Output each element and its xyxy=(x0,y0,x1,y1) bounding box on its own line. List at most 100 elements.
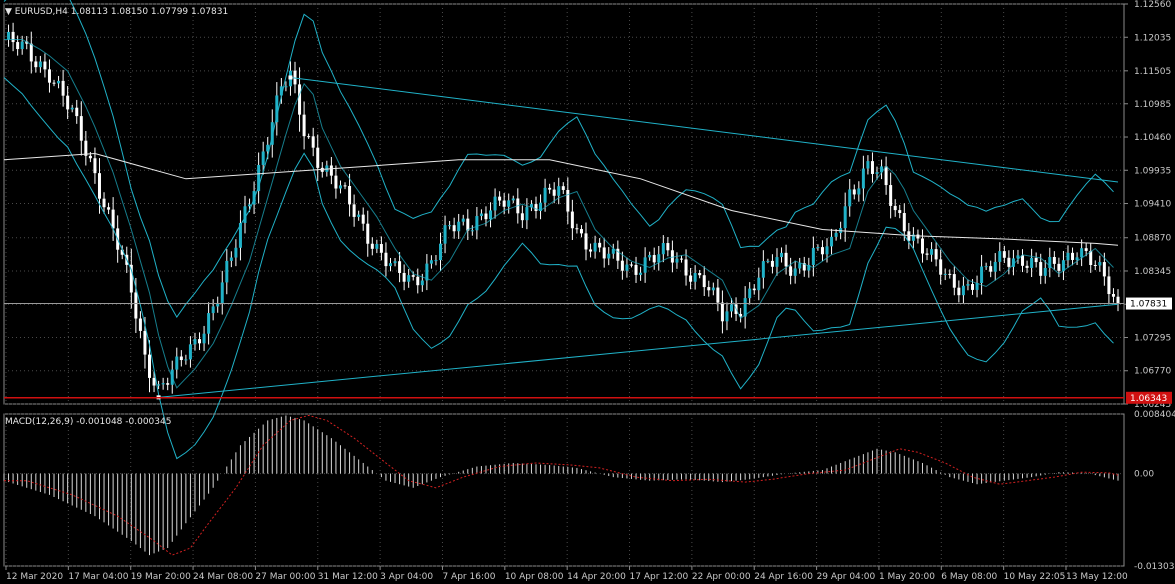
candle-body xyxy=(1075,257,1079,260)
candle-body xyxy=(920,238,924,254)
candle-body xyxy=(457,221,461,232)
candle-body xyxy=(693,273,697,282)
candle-body xyxy=(1071,252,1075,260)
candle-body xyxy=(211,306,215,314)
candle-body xyxy=(343,185,347,187)
candle-body xyxy=(439,243,443,261)
candle-body xyxy=(402,272,406,282)
candle-body xyxy=(498,196,502,201)
candle-body xyxy=(570,211,574,229)
candle-body xyxy=(407,275,411,282)
candle-body xyxy=(493,196,497,211)
time-tick-label: 17 Apr 12:00 xyxy=(630,572,689,582)
candle-body xyxy=(225,260,229,283)
candle-body xyxy=(557,186,561,196)
candle-body xyxy=(88,155,92,159)
candle-body xyxy=(716,287,720,303)
candle-body xyxy=(752,288,756,291)
candle-body xyxy=(652,255,656,263)
candle-body xyxy=(998,251,1002,262)
candle-body xyxy=(666,243,670,251)
candle-body xyxy=(316,147,320,168)
candle-body xyxy=(943,273,947,275)
candle-body xyxy=(1030,257,1034,268)
candle-body xyxy=(398,261,402,273)
candle-body xyxy=(970,284,974,290)
macd-tick-label: -0.013033 xyxy=(1134,562,1175,572)
candle-body xyxy=(243,206,247,223)
candle-body xyxy=(702,275,706,288)
trendline-anchor[interactable] xyxy=(288,75,293,80)
candle-body xyxy=(20,41,24,50)
candle-body xyxy=(820,247,824,255)
candle-body xyxy=(84,140,88,156)
candle-body xyxy=(461,218,465,222)
candle-body xyxy=(843,206,847,229)
time-tick-label: 3 Apr 04:00 xyxy=(380,572,433,582)
candle-body xyxy=(575,228,579,230)
candle-body xyxy=(898,210,902,214)
candle-body xyxy=(902,213,906,232)
candle-body xyxy=(52,82,56,84)
candle-body xyxy=(584,233,588,250)
candle-body xyxy=(552,189,556,196)
candle-body xyxy=(434,260,438,262)
candle-body xyxy=(157,384,161,386)
candle-body xyxy=(79,116,83,141)
candle-body xyxy=(329,165,333,176)
horizontal-level-label: 1.06343 xyxy=(1130,394,1167,404)
price-tick-label: 1.10460 xyxy=(1134,133,1171,143)
trading-chart[interactable]: 1.12560 1.12035 1.11505 1.10985 1.10460 1.099… xyxy=(0,0,1175,584)
candle-body xyxy=(175,356,179,370)
candle-body xyxy=(730,304,734,312)
candle-body xyxy=(311,136,315,148)
candle-body xyxy=(561,186,565,190)
candle-body xyxy=(1061,260,1065,271)
candle-body xyxy=(1093,265,1097,267)
candle-body xyxy=(1089,250,1093,266)
candle-body xyxy=(720,302,724,322)
candle-body xyxy=(1066,252,1070,261)
candle-body xyxy=(248,204,252,207)
candle-body xyxy=(775,257,779,267)
candle-body xyxy=(416,276,420,286)
candle-body xyxy=(148,354,152,378)
candle-body xyxy=(338,185,342,189)
candle-body xyxy=(780,252,784,258)
candle-body xyxy=(302,114,306,137)
candle-body xyxy=(889,185,893,206)
time-tick-label: 24 Mar 08:00 xyxy=(193,572,253,582)
candle-body xyxy=(393,261,397,264)
time-tick-label: 10 May 22:05 xyxy=(1004,572,1066,582)
candle-body xyxy=(193,339,197,345)
candle-body xyxy=(448,225,452,227)
candle-body xyxy=(634,264,638,275)
candle-body xyxy=(1098,262,1102,266)
menu-arrow-icon[interactable]: ▼ xyxy=(5,7,15,17)
candle-body xyxy=(1002,251,1006,258)
candle-body xyxy=(134,292,138,319)
candle-body xyxy=(1111,294,1115,297)
time-tick-label: 27 Mar 00:00 xyxy=(255,572,315,582)
candle-body xyxy=(766,260,770,262)
candle-body xyxy=(793,268,797,276)
candle-body xyxy=(484,213,488,220)
candle-body xyxy=(870,161,874,174)
price-tick-label: 1.09935 xyxy=(1134,166,1171,176)
candle-body xyxy=(725,311,729,322)
candle-body xyxy=(1007,257,1011,267)
time-tick-label: 13 May 12:00 xyxy=(1066,572,1128,582)
time-tick-label: 6 May 08:00 xyxy=(941,572,997,582)
candle-body xyxy=(7,31,11,40)
candle-body xyxy=(298,84,302,115)
candle-body xyxy=(543,187,547,203)
price-tick-label: 1.11505 xyxy=(1134,67,1171,77)
candle-body xyxy=(102,198,106,208)
candle-body xyxy=(411,275,415,277)
candle-body xyxy=(525,207,529,221)
candle-body xyxy=(952,274,956,288)
candle-body xyxy=(66,95,70,110)
candle-body xyxy=(930,249,934,255)
candle-body xyxy=(47,69,51,83)
candle-body xyxy=(925,253,929,255)
